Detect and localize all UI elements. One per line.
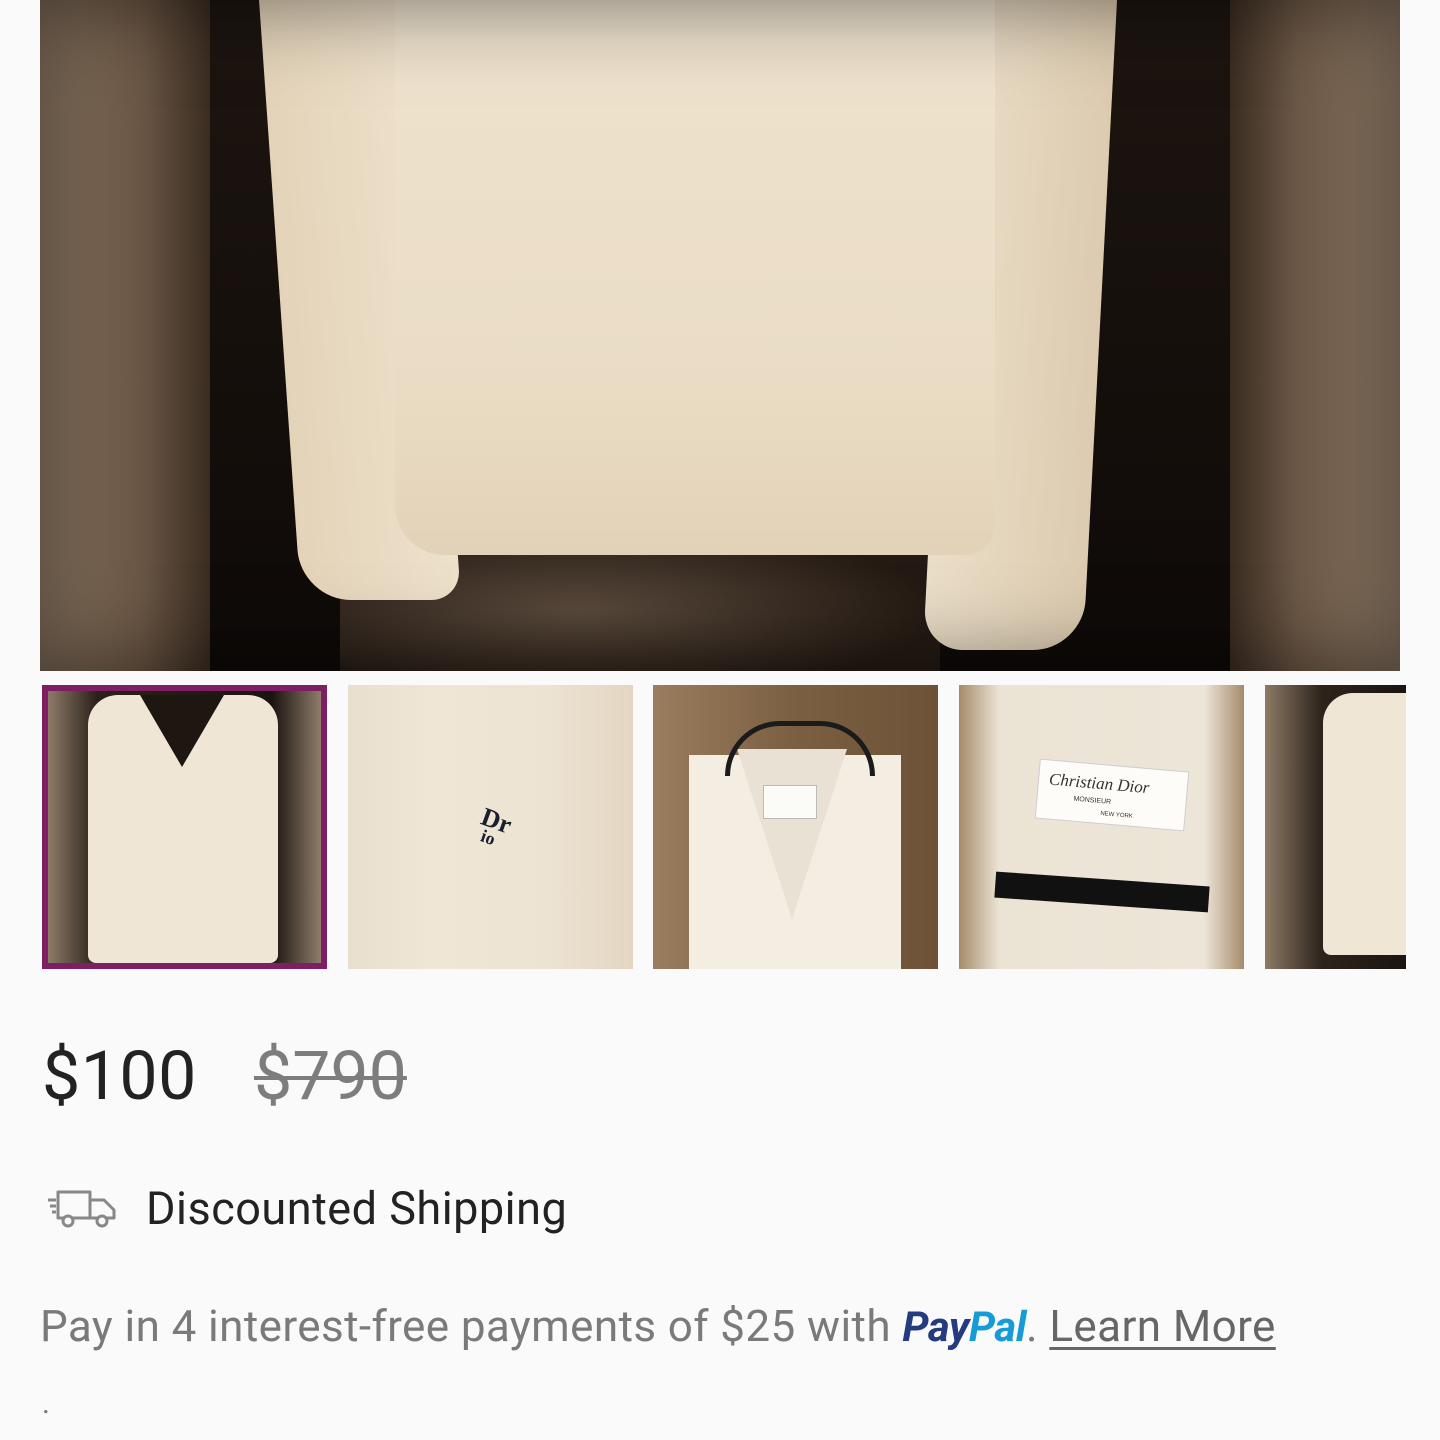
thumbnail-1[interactable] <box>42 685 327 969</box>
thumbnail-2[interactable]: Dr io <box>348 685 633 969</box>
dior-logo-icon: Dr io <box>478 802 516 849</box>
thumbnail-sweater <box>1323 693 1406 955</box>
learn-more-link[interactable]: Learn More <box>1049 1300 1275 1352</box>
brand-label: Christian Dior MONSIEUR NEW YORK <box>1034 758 1190 832</box>
trailing-dot: . <box>42 1386 50 1421</box>
installment-text: Pay in 4 interest-free payments of $25 w… <box>40 1300 903 1352</box>
original-price: $790 <box>254 1036 407 1116</box>
svg-text:Christian Dior: Christian Dior <box>1048 769 1150 797</box>
sale-price: $100 <box>42 1036 197 1116</box>
thumbnail-3[interactable] <box>653 685 938 969</box>
svg-text:MONSIEUR: MONSIEUR <box>1073 796 1111 806</box>
paypal-installment-row: Pay in 4 interest-free payments of $25 w… <box>40 1296 1276 1358</box>
installment-suffix: . <box>1026 1300 1050 1352</box>
thumbnail-5[interactable] <box>1265 685 1406 969</box>
product-main-image[interactable] <box>40 0 1400 671</box>
shipping-row: Discounted Shipping <box>46 1178 567 1238</box>
thumbnail-label <box>763 785 817 819</box>
thumbnail-strip[interactable]: Dr io Christian Dior MONSIEUR NEW YORK <box>42 685 1406 969</box>
truck-icon <box>48 1190 116 1228</box>
image-vignette <box>40 0 1400 671</box>
svg-text:NEW YORK: NEW YORK <box>1100 811 1133 820</box>
thumbnail-4[interactable]: Christian Dior MONSIEUR NEW YORK <box>959 685 1244 969</box>
shipping-label: Discounted Shipping <box>146 1181 568 1235</box>
thumbnail-image <box>959 685 1244 969</box>
paypal-logo: PayPal <box>902 1303 1026 1352</box>
